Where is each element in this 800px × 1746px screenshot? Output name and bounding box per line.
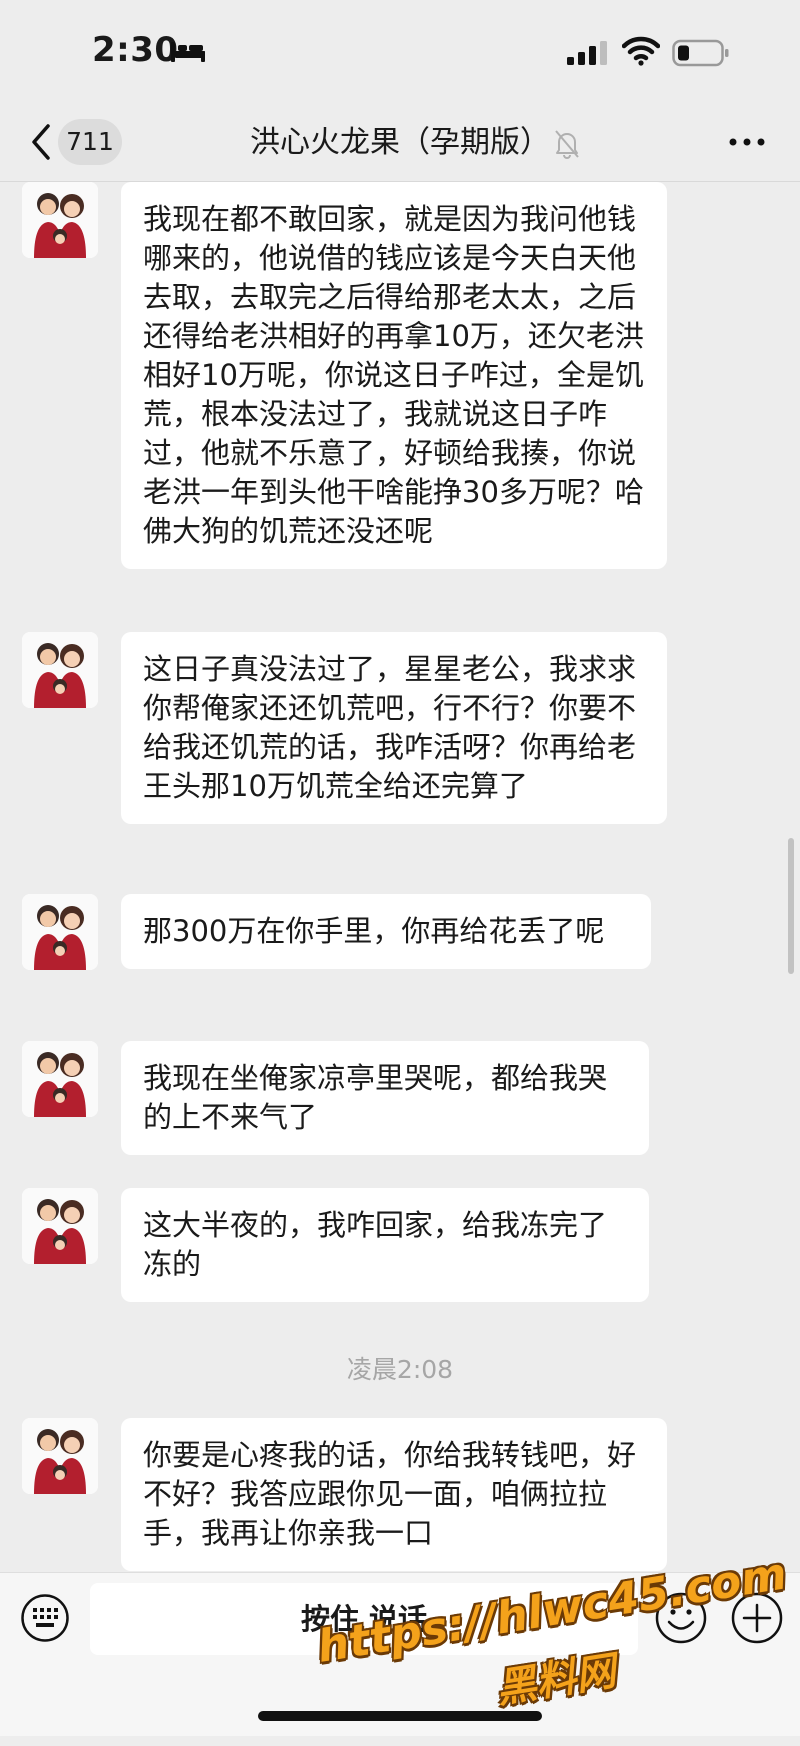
message-bubble[interactable]: 你要是心疼我的话，你给我转钱吧，好不好？我答应跟你见一面，咱俩拉拉手，我再让你亲… <box>121 1418 667 1571</box>
couple-avatar-icon <box>22 1418 98 1494</box>
home-indicator[interactable] <box>258 1711 542 1721</box>
wifi-icon <box>622 36 660 66</box>
couple-avatar-icon <box>22 894 98 970</box>
keyboard-icon[interactable] <box>20 1593 70 1643</box>
avatar[interactable] <box>22 182 98 258</box>
unread-count-badge[interactable]: 711 <box>58 119 122 165</box>
message-bubble[interactable]: 那300万在你手里，你再给花丢了呢 <box>121 894 651 969</box>
status-time: 2:30 <box>92 30 179 70</box>
couple-avatar-icon <box>22 182 98 258</box>
status-bar: 2:30 <box>0 0 800 105</box>
time-divider: 凌晨2:08 <box>346 1355 454 1384</box>
more-dots-icon[interactable] <box>728 135 766 149</box>
chat-title[interactable]: 洪心火龙果（孕期版） <box>250 121 550 165</box>
avatar[interactable] <box>22 894 98 970</box>
chevron-left-icon[interactable] <box>26 121 56 163</box>
message-bubble[interactable]: 这大半夜的，我咋回家，给我冻完了冻的 <box>121 1188 649 1302</box>
couple-avatar-icon <box>22 1041 98 1117</box>
hold-to-talk-button[interactable]: 按住 说话 <box>90 1583 638 1655</box>
message-bubble[interactable]: 我现在坐俺家凉亭里哭呢，都给我哭的上不来气了 <box>121 1041 649 1155</box>
scrollbar[interactable] <box>788 838 794 974</box>
avatar[interactable] <box>22 1418 98 1494</box>
avatar[interactable] <box>22 1188 98 1264</box>
couple-avatar-icon <box>22 632 98 708</box>
sleep-bed-icon <box>171 42 205 62</box>
bell-slash-icon <box>555 130 579 159</box>
avatar[interactable] <box>22 632 98 708</box>
couple-avatar-icon <box>22 1188 98 1264</box>
plus-circle-icon[interactable] <box>730 1591 784 1645</box>
input-bar: 按住 说话 <box>0 1572 800 1736</box>
message-bubble[interactable]: 这日子真没法过了，星星老公，我求求你帮俺家还还饥荒吧，行不行？你要不给我还饥荒的… <box>121 632 667 824</box>
battery-icon <box>672 39 729 67</box>
emoji-icon[interactable] <box>654 1591 708 1645</box>
cellular-signal-icon <box>567 41 607 65</box>
avatar[interactable] <box>22 1041 98 1117</box>
message-bubble[interactable]: 我现在都不敢回家，就是因为我问他钱哪来的，他说借的钱应该是今天白天他去取，去取完… <box>121 182 667 569</box>
chat-nav-bar: 711 洪心火龙果（孕期版） <box>0 105 800 182</box>
message-list[interactable]: 我现在都不敢回家，就是因为我问他钱哪来的，他说借的钱应该是今天白天他去取，去取完… <box>0 182 800 1572</box>
